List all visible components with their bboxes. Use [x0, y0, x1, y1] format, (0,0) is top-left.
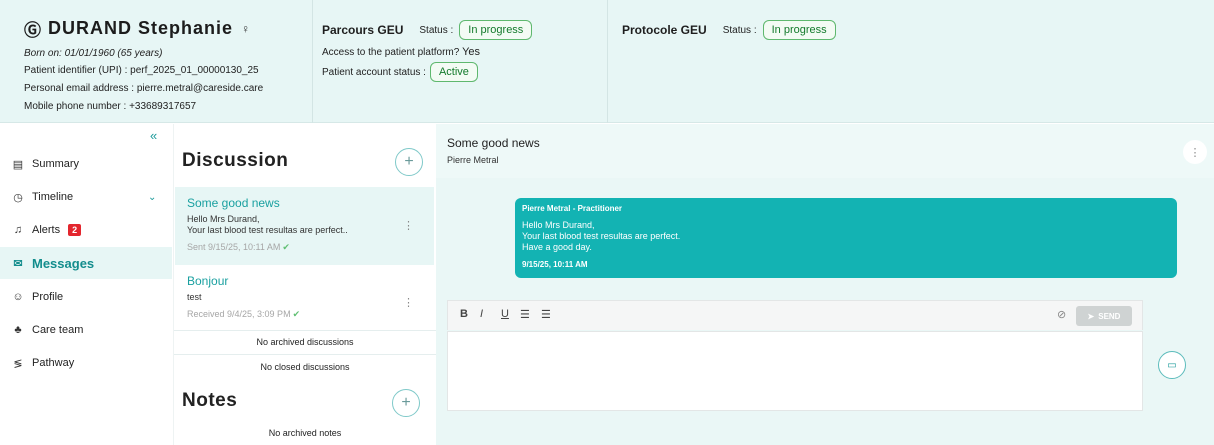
collapse-sidebar-icon[interactable]: «	[150, 128, 157, 143]
sidebar: « ▤ Summary ◷ Timeline ⌄ ♫ Alerts 2 ✉ Me…	[0, 124, 172, 445]
message-time: 9/15/25, 10:11 AM	[522, 260, 588, 269]
attachment-icon[interactable]: ⊘	[1057, 308, 1066, 321]
send-button[interactable]: ➤ SEND	[1076, 306, 1132, 326]
account-status-row: Patient account status : Active	[322, 62, 607, 82]
check-icon: ✔	[292, 309, 301, 319]
message-line: Your last blood test resultas are perfec…	[522, 231, 681, 241]
sidebar-item-timeline[interactable]: ◷ Timeline ⌄	[0, 181, 172, 213]
thread-title: Bonjour	[187, 274, 229, 288]
conversation-participant: Pierre Metral	[447, 155, 499, 165]
editor-toolbar: B I U ☰ ☰ ⊘ ➤ SEND	[447, 300, 1143, 330]
conversation-menu-button[interactable]: ⋮	[1183, 140, 1207, 164]
birth-date: Born on: 01/01/1960 (65 years)	[24, 48, 163, 59]
thread-meta: Received 9/4/25, 3:09 PM ✔	[187, 309, 301, 319]
message-line: Hello Mrs Durand,	[522, 220, 595, 230]
no-archived-discussions: No archived discussions	[256, 337, 354, 347]
video-call-button[interactable]: ▭	[1158, 351, 1186, 379]
message-author: Pierre Metral - Practitioner	[522, 204, 623, 213]
sidebar-item-care-team[interactable]: ♣ Care team	[0, 314, 172, 346]
thread-preview: Hello Mrs Durand, Your last blood test r…	[187, 214, 348, 235]
person-icon: ☺	[12, 291, 24, 303]
divider	[174, 330, 436, 331]
female-icon: ♀	[241, 21, 252, 36]
team-icon: ♣	[14, 324, 22, 336]
patient-email: Personal email address : pierre.metral@c…	[24, 83, 264, 94]
sidebar-item-summary[interactable]: ▤ Summary	[0, 148, 172, 180]
bold-icon[interactable]: B	[460, 308, 468, 320]
add-note-button[interactable]: +	[392, 389, 420, 417]
message-input[interactable]	[447, 331, 1143, 411]
conversation-title: Some good news	[447, 136, 540, 150]
summary-icon: ▤	[12, 158, 24, 171]
protocole-status-badge: In progress	[762, 20, 836, 40]
ordered-list-icon[interactable]: ☰	[520, 308, 530, 321]
account-status-badge: Active	[429, 62, 478, 82]
thread-preview: test	[187, 292, 202, 302]
parcours-status-row: Parcours GEU Status : In progress	[322, 20, 607, 40]
message-line: Have a good day.	[522, 242, 592, 252]
protocole-panel: Protocole GEU Status : In progress	[608, 0, 1214, 123]
italic-icon[interactable]: I	[480, 308, 483, 320]
check-icon: ✔	[282, 242, 290, 252]
divider	[174, 354, 436, 355]
discussion-thread[interactable]: Bonjour test Received 9/4/25, 3:09 PM ✔ ⋮	[175, 268, 434, 330]
patient-phone: Mobile phone number : +33689317657	[24, 101, 197, 112]
add-discussion-button[interactable]: +	[395, 148, 423, 176]
parcours-status-badge: In progress	[459, 20, 533, 40]
discussion-panel: Discussion + Some good news Hello Mrs Du…	[173, 124, 436, 445]
conversation-header: Some good news Pierre Metral ⋮	[436, 124, 1214, 178]
notes-title: Notes	[182, 390, 238, 411]
discussion-title: Discussion	[182, 150, 289, 171]
gender-icon: Ⓖ	[24, 21, 42, 40]
parcours-panel: Parcours GEU Status : In progress Access…	[313, 0, 608, 123]
patient-name: DURAND Stephanie	[48, 18, 234, 38]
pathway-icon: ≶	[13, 357, 23, 370]
thread-title: Some good news	[187, 196, 280, 210]
video-camera-icon: ▭	[1167, 359, 1177, 371]
no-closed-discussions: No closed discussions	[260, 362, 350, 372]
patient-info: Ⓖ DURAND Stephanie ♀ Born on: 01/01/1960…	[0, 0, 313, 123]
thread-meta: Sent 9/15/25, 10:11 AM ✔	[187, 242, 290, 252]
parcours-title: Parcours GEU	[322, 23, 404, 37]
thread-menu-icon[interactable]: ⋮	[403, 219, 414, 232]
discussion-thread[interactable]: Some good news Hello Mrs Durand, Your la…	[175, 187, 434, 265]
bullet-list-icon[interactable]: ☰	[541, 308, 551, 321]
sidebar-item-profile[interactable]: ☺ Profile	[0, 281, 172, 313]
sidebar-item-alerts[interactable]: ♫ Alerts 2	[0, 214, 172, 246]
patient-upi: Patient identifier (UPI) : perf_2025_01_…	[24, 65, 259, 76]
underline-icon[interactable]: U	[501, 308, 509, 320]
conversation-panel: Some good news Pierre Metral ⋮ Pierre Me…	[436, 124, 1214, 445]
patient-header: Ⓖ DURAND Stephanie ♀ Born on: 01/01/1960…	[0, 0, 1214, 123]
protocole-title: Protocole GEU	[622, 23, 707, 37]
clock-icon: ◷	[13, 191, 23, 204]
bell-icon: ♫	[13, 224, 23, 236]
alerts-count-badge: 2	[68, 224, 82, 236]
plus-icon: +	[401, 394, 411, 411]
plus-icon: +	[404, 153, 414, 170]
send-icon: ➤	[1087, 311, 1095, 321]
more-vertical-icon: ⋮	[1189, 146, 1201, 159]
no-archived-notes: No archived notes	[268, 428, 342, 438]
platform-access: Access to the patient platform? Yes	[322, 46, 481, 58]
messages-icon: ✉	[13, 257, 23, 270]
patient-name-row: Ⓖ DURAND Stephanie ♀	[24, 16, 312, 41]
sidebar-item-messages[interactable]: ✉ Messages	[0, 247, 172, 279]
chevron-double-down-icon[interactable]: ⌄	[148, 192, 156, 203]
sidebar-item-pathway[interactable]: ≶ Pathway	[0, 347, 172, 379]
thread-menu-icon[interactable]: ⋮	[403, 296, 414, 309]
protocole-status-row: Protocole GEU Status : In progress	[622, 20, 1214, 40]
message-bubble: Pierre Metral - Practitioner Hello Mrs D…	[515, 198, 1177, 278]
